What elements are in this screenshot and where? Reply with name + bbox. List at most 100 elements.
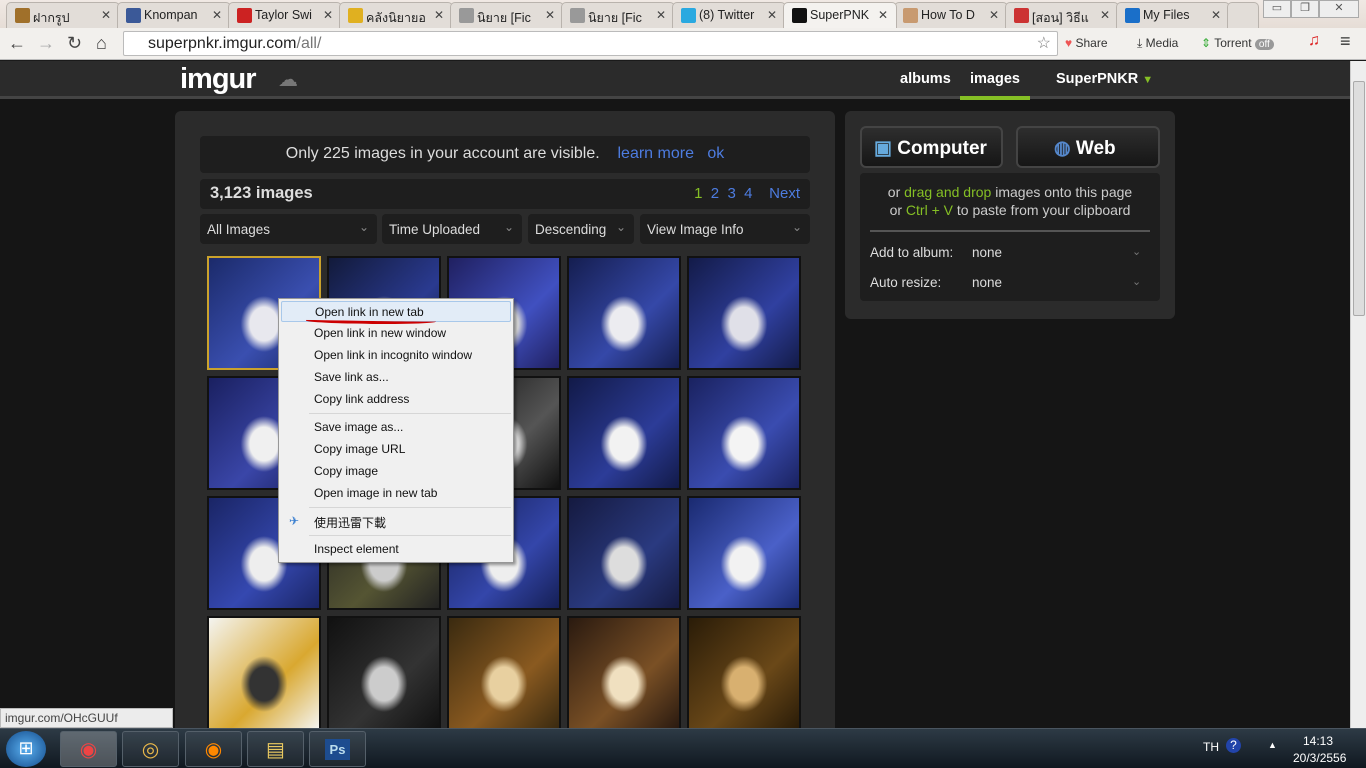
view-dropdown[interactable]: View Image Info ⌄ xyxy=(640,214,810,244)
page-1[interactable]: 1 xyxy=(694,185,702,202)
upload-computer-button[interactable]: ▣ Computer xyxy=(860,126,1003,168)
browser-tab[interactable]: [สอน] วิธีแ ✕ xyxy=(1005,2,1119,28)
page-scrollbar[interactable] xyxy=(1350,61,1366,728)
browser-tab[interactable]: Taylor Swi ✕ xyxy=(228,2,342,28)
forward-icon[interactable]: → xyxy=(37,33,55,54)
context-menu-item[interactable]: Copy link address xyxy=(281,389,511,410)
context-menu-item[interactable]: Inspect element xyxy=(281,539,511,560)
menu-separator xyxy=(309,507,511,508)
nav-albums[interactable]: albums xyxy=(900,71,951,87)
address-bar[interactable]: superpnkr.imgur.com/all/ ☆ xyxy=(123,31,1058,56)
taskbar-browser-icon[interactable]: ◉ xyxy=(60,731,117,767)
context-menu-item[interactable]: Save link as... xyxy=(281,367,511,388)
close-tab-icon[interactable]: ✕ xyxy=(989,8,999,22)
home-icon[interactable]: ⌂ xyxy=(96,33,107,54)
browser-tab[interactable]: Knompan ✕ xyxy=(117,2,231,28)
language-indicator[interactable]: TH xyxy=(1203,740,1219,754)
reload-icon[interactable]: ↻ xyxy=(67,33,82,54)
context-menu-item[interactable]: Open link in new window xyxy=(281,323,511,344)
context-menu-item[interactable]: Copy image xyxy=(281,461,511,482)
upload-cloud-icon[interactable]: ☁ xyxy=(278,67,298,92)
sort-field-dropdown[interactable]: Time Uploaded ⌄ xyxy=(382,214,522,244)
browser-tab[interactable]: SuperPNK ✕ xyxy=(783,2,897,28)
image-thumbnail[interactable] xyxy=(687,256,801,370)
minimize-button[interactable]: ▭ xyxy=(1263,0,1291,18)
browser-tab[interactable]: How To D ✕ xyxy=(894,2,1008,28)
imgur-logo[interactable]: imgur xyxy=(180,63,257,96)
close-tab-icon[interactable]: ✕ xyxy=(212,8,222,22)
scrollbar-thumb[interactable] xyxy=(1353,81,1365,316)
visibility-notice: Only 225 images in your account are visi… xyxy=(200,136,810,173)
close-tab-icon[interactable]: ✕ xyxy=(656,8,666,22)
share-extension[interactable]: ♥ Share xyxy=(1065,36,1108,50)
windows-taskbar: ⊞ ◉ ◎ ◉ ▤ Ps TH ? ▲ 14:13 20/3/2556 xyxy=(0,728,1366,768)
user-menu[interactable]: SuperPNKR ▼ xyxy=(1056,71,1153,87)
learn-more-link[interactable]: learn more xyxy=(617,145,693,162)
image-thumbnail[interactable] xyxy=(567,376,681,490)
browser-tab[interactable]: My Files ✕ xyxy=(1116,2,1230,28)
browser-tab[interactable]: คลังนิยายอ ✕ xyxy=(339,2,453,28)
image-thumbnail[interactable] xyxy=(687,496,801,610)
show-hidden-icons[interactable]: ▲ xyxy=(1268,740,1277,750)
youtube-icon xyxy=(237,8,252,23)
close-tab-icon[interactable]: ✕ xyxy=(323,8,333,22)
auto-resize-select[interactable]: Auto resize: none ⌄ xyxy=(870,275,1141,290)
music-extension-icon[interactable]: ♫ xyxy=(1308,32,1320,50)
restore-button[interactable]: ❐ xyxy=(1291,0,1319,18)
back-icon[interactable]: ← xyxy=(8,33,26,54)
image-thumbnail[interactable] xyxy=(567,256,681,370)
torrent-extension[interactable]: ⇕ Torrent off xyxy=(1201,36,1274,50)
close-tab-icon[interactable]: ✕ xyxy=(767,8,777,22)
menu-icon[interactable]: ≡ xyxy=(1340,31,1351,52)
context-menu-item[interactable]: ✈ 使用迅雷下載 xyxy=(281,511,511,532)
nav-images[interactable]: images xyxy=(970,71,1020,87)
context-menu-item[interactable]: Copy image URL xyxy=(281,439,511,460)
bookmark-star-icon[interactable]: ☆ xyxy=(1037,33,1051,53)
clock-date[interactable]: 20/3/2556 xyxy=(1293,751,1346,765)
close-tab-icon[interactable]: ✕ xyxy=(1100,8,1110,22)
upload-web-button[interactable]: ◍ Web xyxy=(1016,126,1160,168)
page-4[interactable]: 4 xyxy=(744,185,752,202)
page-2[interactable]: 2 xyxy=(711,185,719,202)
taskbar-explorer-icon[interactable]: ▤ xyxy=(247,731,304,767)
taskbar-firefox-icon[interactable]: ◉ xyxy=(185,731,242,767)
image-thumbnail[interactable] xyxy=(687,616,801,728)
taskbar-globe-icon[interactable]: ◎ xyxy=(122,731,179,767)
browser-tab[interactable]: (8) Twitter ✕ xyxy=(672,2,786,28)
close-window-button[interactable]: ✕ xyxy=(1319,0,1359,18)
close-tab-icon[interactable]: ✕ xyxy=(878,8,888,22)
clock-time[interactable]: 14:13 xyxy=(1303,734,1333,748)
image-thumbnail[interactable] xyxy=(687,376,801,490)
help-icon[interactable]: ? xyxy=(1226,738,1241,753)
filter-dropdown[interactable]: All Images ⌄ xyxy=(200,214,377,244)
context-menu-item[interactable]: Open image in new tab xyxy=(281,483,511,504)
close-tab-icon[interactable]: ✕ xyxy=(545,8,555,22)
next-page-link[interactable]: Next xyxy=(769,185,800,202)
page-3[interactable]: 3 xyxy=(727,185,735,202)
image-thumbnail[interactable] xyxy=(567,496,681,610)
image-thumbnail[interactable] xyxy=(567,616,681,728)
context-menu-item[interactable]: Save image as... xyxy=(281,417,511,438)
add-to-album-select[interactable]: Add to album: none ⌄ xyxy=(870,245,1141,260)
browser-toolbar: ← → ↻ ⌂ superpnkr.imgur.com/all/ ☆ ♥ Sha… xyxy=(0,28,1366,60)
taskbar-photoshop-icon[interactable]: Ps xyxy=(309,731,366,767)
close-tab-icon[interactable]: ✕ xyxy=(1211,8,1221,22)
start-button[interactable]: ⊞ xyxy=(6,731,46,767)
tab-title: นิยาย [Fic xyxy=(588,11,642,25)
sort-order-dropdown[interactable]: Descending ⌄ xyxy=(528,214,634,244)
browser-tab[interactable]: นิยาย [Fic ✕ xyxy=(561,2,675,28)
tab-title: SuperPNK xyxy=(810,8,870,22)
browser-tab[interactable]: ฝากรูป ✕ xyxy=(6,2,120,28)
torrent-toggle[interactable]: off xyxy=(1254,39,1274,50)
tab-title: How To D xyxy=(921,8,975,22)
image-thumbnail[interactable] xyxy=(447,616,561,728)
close-tab-icon[interactable]: ✕ xyxy=(434,8,444,22)
new-tab-button[interactable] xyxy=(1227,2,1259,28)
ok-link[interactable]: ok xyxy=(707,145,724,162)
close-tab-icon[interactable]: ✕ xyxy=(101,8,111,22)
context-menu-item[interactable]: Open link in incognito window xyxy=(281,345,511,366)
image-thumbnail[interactable] xyxy=(327,616,441,728)
browser-tab[interactable]: นิยาย [Fic ✕ xyxy=(450,2,564,28)
media-extension[interactable]: ⤓ Media xyxy=(1137,36,1178,51)
image-thumbnail[interactable] xyxy=(207,616,321,728)
